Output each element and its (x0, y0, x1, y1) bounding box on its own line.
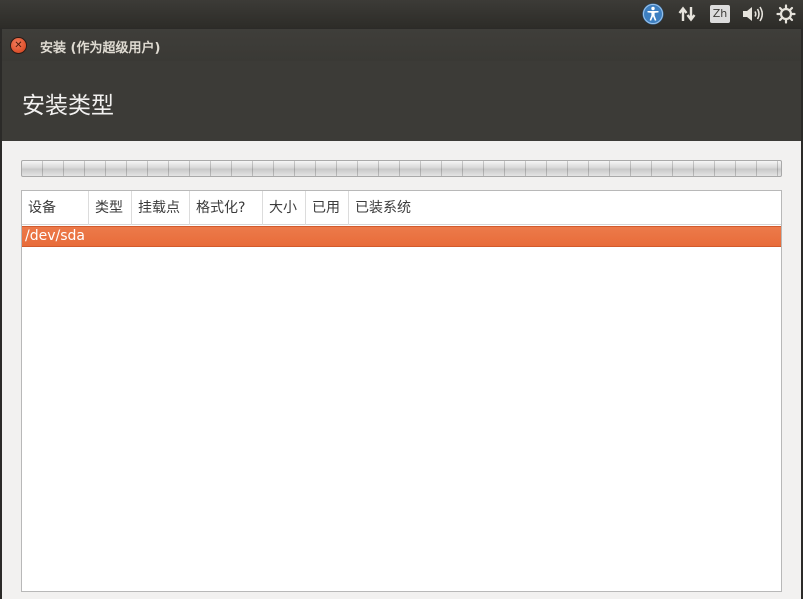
table-header: 设备 类型 挂载点 格式化? 大小 已用 已装系统 (22, 191, 781, 225)
speaker-icon (743, 6, 764, 22)
sound-indicator[interactable] (741, 3, 765, 25)
system-menu-indicator[interactable] (775, 3, 797, 25)
page-header: 安装类型 (2, 61, 801, 141)
keyboard-language-indicator[interactable]: Zh (709, 3, 731, 25)
partition-table[interactable]: 设备 类型 挂载点 格式化? 大小 已用 已装系统 /dev/sda (21, 190, 782, 592)
accessibility-icon (642, 3, 664, 25)
installer-window: ✕ 安装 (作为超级用户) 安装类型 设备 类型 挂载点 格式化? 大小 已用 … (2, 29, 801, 599)
partition-bar (21, 160, 782, 177)
gear-icon (776, 4, 796, 24)
language-code: Zh (710, 5, 730, 23)
accessibility-indicator[interactable] (642, 3, 664, 25)
column-header-type[interactable]: 类型 (89, 191, 132, 225)
column-header-mount-point[interactable]: 挂载点 (132, 191, 190, 225)
column-header-format[interactable]: 格式化? (190, 191, 263, 225)
window-titlebar[interactable]: ✕ 安装 (作为超级用户) (2, 29, 801, 61)
device-cell: /dev/sda (25, 228, 85, 244)
column-header-size[interactable]: 大小 (263, 191, 306, 225)
network-arrows-icon (678, 6, 696, 22)
column-header-used[interactable]: 已用 (306, 191, 349, 225)
column-header-installed-system[interactable]: 已装系统 (349, 191, 781, 225)
close-button[interactable]: ✕ (11, 38, 26, 53)
page-title: 安装类型 (22, 93, 114, 119)
table-row[interactable]: /dev/sda (22, 226, 781, 247)
close-icon: ✕ (14, 39, 23, 51)
column-header-device[interactable]: 设备 (22, 191, 89, 225)
window-title: 安装 (作为超级用户) (40, 41, 161, 56)
network-indicator[interactable] (676, 3, 698, 25)
top-panel: Zh (0, 0, 803, 28)
